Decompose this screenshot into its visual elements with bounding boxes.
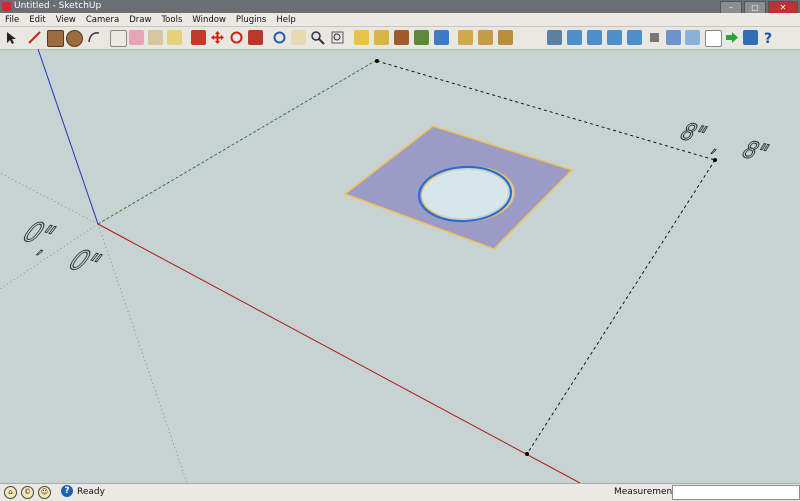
photo-texture-tool-icon[interactable] <box>414 30 429 45</box>
zoom-extents-tool-icon[interactable] <box>330 30 345 45</box>
menu-view[interactable]: View <box>51 15 81 25</box>
share-component-tool-icon[interactable] <box>394 30 409 45</box>
dimension-extension-line <box>526 159 716 455</box>
tape-measure-tool-icon[interactable] <box>148 30 163 45</box>
orbit-tool-icon[interactable] <box>272 30 287 45</box>
zoom-tool-icon[interactable] <box>310 30 325 45</box>
right-view-icon[interactable] <box>607 30 622 45</box>
rectangle-tool-icon[interactable] <box>47 30 64 47</box>
front-view-icon[interactable] <box>587 30 602 45</box>
position-camera-tool-icon[interactable] <box>705 30 722 47</box>
menu-bar: File Edit View Camera Draw Tools Window … <box>0 13 800 27</box>
rotate-tool-icon[interactable] <box>229 30 244 45</box>
google-earth-snapshot-icon[interactable] <box>498 30 513 45</box>
svg-text:?: ? <box>764 31 772 45</box>
add-location-tool-icon[interactable] <box>434 30 449 45</box>
drawing-viewport[interactable]: 0" , 0" 8" , 8" <box>0 48 800 484</box>
status-text: Ready <box>77 487 105 497</box>
sketchup-app-icon <box>2 2 11 11</box>
move-tool-icon[interactable] <box>210 30 225 45</box>
make-component-tool-icon[interactable] <box>110 30 127 47</box>
paint-bucket-tool-icon[interactable] <box>167 30 182 45</box>
pencil-line-tool-icon[interactable] <box>27 30 42 45</box>
user-account-icon[interactable]: ☺ <box>38 486 51 499</box>
geo-location-icon[interactable]: ⌂ <box>4 486 17 499</box>
top-view-icon[interactable] <box>567 30 582 45</box>
pan-tool-icon[interactable] <box>291 30 306 45</box>
window-title: Untitled - SketchUp <box>14 1 102 11</box>
preview-in-google-earth-icon[interactable] <box>478 30 493 45</box>
toggle-terrain-tool-icon[interactable] <box>458 30 473 45</box>
follow-me-tool-icon[interactable] <box>248 30 263 45</box>
look-around-tool-icon[interactable] <box>685 30 700 45</box>
dimension-endpoint <box>525 452 529 456</box>
walk-tool-icon[interactable] <box>666 30 681 45</box>
guide-line <box>97 223 188 484</box>
arc-tool-icon[interactable] <box>86 30 101 45</box>
instructor-help-icon[interactable]: ? <box>61 485 73 497</box>
menu-file[interactable]: File <box>0 15 24 25</box>
menu-plugins[interactable]: Plugins <box>231 15 271 25</box>
dimension-text-right: 8" <box>675 119 712 148</box>
dimension-text-right-2: 8" <box>737 137 774 166</box>
menu-help[interactable]: Help <box>271 15 300 25</box>
menu-window[interactable]: Window <box>187 15 231 25</box>
status-bar: ⌂ © ☺ ? Ready Measurements <box>0 483 800 501</box>
title-bar: Untitled - SketchUp – □ ✕ <box>0 0 800 14</box>
help-icon[interactable]: ? <box>761 30 776 47</box>
back-view-icon[interactable] <box>627 30 642 45</box>
dimension-endpoint <box>713 158 717 162</box>
blue-axis <box>37 48 99 225</box>
iso-view-icon[interactable] <box>547 30 562 45</box>
circle-tool-icon[interactable] <box>66 30 83 47</box>
model-canvas: 0" , 0" 8" , 8" <box>0 48 774 484</box>
menu-edit[interactable]: Edit <box>24 15 50 25</box>
menu-tools[interactable]: Tools <box>156 15 187 25</box>
section-plane-tool-icon[interactable] <box>647 30 662 45</box>
eraser-tool-icon[interactable] <box>129 30 144 45</box>
red-axis <box>97 223 581 484</box>
get-models-tool-icon[interactable] <box>354 30 369 45</box>
credits-icon[interactable]: © <box>21 486 34 499</box>
toolbar: ? <box>0 27 800 50</box>
measurements-label: Measurements <box>614 487 681 497</box>
menu-draw[interactable]: Draw <box>124 15 156 25</box>
dimension-text-separator: , <box>708 136 725 157</box>
dimension-text-corner-2: 0" <box>61 243 108 280</box>
info-tool-icon[interactable] <box>743 30 758 45</box>
select-tool-icon[interactable] <box>3 30 18 45</box>
push-pull-tool-icon[interactable] <box>191 30 206 45</box>
measurements-input[interactable] <box>672 485 800 500</box>
dimension-endpoint <box>375 59 379 63</box>
next-arrow-icon[interactable] <box>724 30 739 45</box>
menu-camera[interactable]: Camera <box>81 15 124 25</box>
green-axis <box>97 60 376 225</box>
share-model-tool-icon[interactable] <box>374 30 389 45</box>
dimension-text-corner: 0" <box>15 215 62 252</box>
